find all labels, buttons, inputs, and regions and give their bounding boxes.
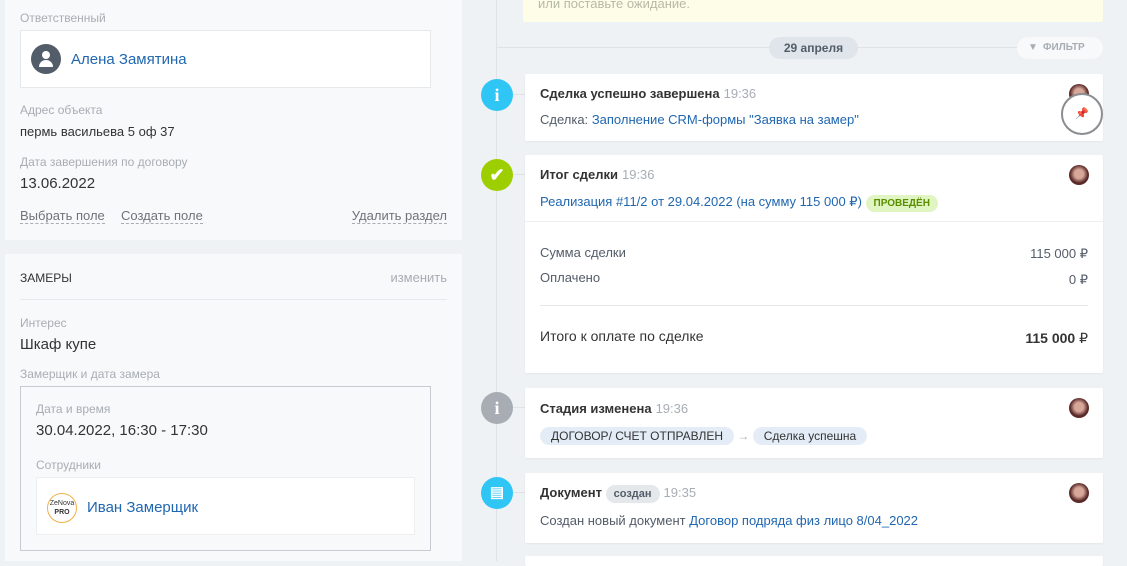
item-title: Документ создан 19:35 xyxy=(540,485,696,503)
section-edit-link[interactable]: изменить xyxy=(390,270,447,285)
item-time: 19:35 xyxy=(663,485,697,500)
item-text: Сделка: Заполнение CRM-формы "Заявка на … xyxy=(540,112,859,127)
user-avatar xyxy=(1069,483,1089,503)
client-fields-panel: Ответственный Алена Замятина Адрес объек… xyxy=(5,0,462,240)
user-avatar-icon xyxy=(31,44,61,74)
item-title: Итог сделки 19:36 xyxy=(540,167,655,182)
document-link[interactable]: Договор подряда физ лицо 8/04_2022 xyxy=(689,513,918,528)
info-icon: i xyxy=(481,79,513,111)
employee-logo-icon: ZeNova PRO xyxy=(47,493,77,523)
timeline-item-next xyxy=(525,556,1103,566)
responsible-card[interactable]: Алена Замятина xyxy=(20,30,431,88)
arrow-icon: → xyxy=(737,429,750,443)
filter-icon: ▼ xyxy=(1028,42,1038,53)
measurements-panel: ЗАМЕРЫ изменить Интерес Шкаф купе Замерщ… xyxy=(5,254,462,561)
stage-from: ДОГОВОР/ СЧЕТ ОТПРАВЛЕН xyxy=(540,427,735,445)
item-title: Стадия изменена 19:36 xyxy=(540,401,689,416)
delete-section-link[interactable]: Удалить раздел xyxy=(351,208,447,224)
paid-label: Оплачено xyxy=(540,270,601,285)
datetime-label: Дата и время xyxy=(36,402,111,416)
item-time: 19:36 xyxy=(723,86,757,101)
measurer-box: Дата и время 30.04.2022, 16:30 - 17:30 С… xyxy=(20,386,431,551)
address-value: пермь васильева 5 оф 37 xyxy=(20,124,175,139)
interest-label: Интерес xyxy=(20,316,67,330)
create-field-link[interactable]: Создать поле xyxy=(121,208,203,224)
stage-to: Сделка успешна xyxy=(752,427,868,445)
created-badge: создан xyxy=(605,485,660,503)
item-title: Сделка успешно завершена 19:36 xyxy=(540,86,757,101)
responsible-name-link[interactable]: Алена Замятина xyxy=(71,51,187,68)
address-label: Адрес объекта xyxy=(20,103,103,117)
employee-name-link[interactable]: Иван Замерщик xyxy=(87,499,198,516)
info-icon: i xyxy=(481,392,513,424)
timeline-item-stage-changed: Стадия изменена 19:36 ДОГОВОР/ СЧЕТ ОТПРА… xyxy=(525,388,1103,458)
paid-value: 0 ₽ xyxy=(1068,272,1088,287)
section-title: ЗАМЕРЫ xyxy=(20,271,72,285)
measurer-label: Замерщик и дата замера xyxy=(20,367,160,381)
realization-link[interactable]: Реализация #11/2 от 29.04.2022 (на сумму… xyxy=(540,194,862,209)
notice-text: или поставьте ожидание. xyxy=(538,0,690,11)
select-field-link[interactable]: Выбрать поле xyxy=(20,208,105,224)
end-date-label: Дата завершения по договору xyxy=(20,155,188,169)
item-time: 19:36 xyxy=(621,167,655,182)
filter-label: ФИЛЬТР xyxy=(1043,42,1085,53)
pin-icon[interactable]: 📌 xyxy=(1061,93,1103,135)
datetime-value: 30.04.2022, 16:30 - 17:30 xyxy=(36,422,208,439)
end-date-value: 13.06.2022 xyxy=(20,175,96,192)
divider xyxy=(20,299,447,300)
total-label: Итого к оплате по сделке xyxy=(540,328,704,344)
deal-link[interactable]: Заполнение CRM-формы "Заявка на замер" xyxy=(592,112,859,127)
interest-value: Шкаф купе xyxy=(20,336,97,353)
timeline-item-document: Документ создан 19:35 Создан новый докуме… xyxy=(525,473,1103,543)
notice-box: или поставьте ожидание. xyxy=(523,0,1103,22)
status-badge: ПРОВЕДЁН xyxy=(865,195,938,212)
sum-label: Сумма сделки xyxy=(540,245,626,260)
date-label: 29 апреля xyxy=(769,37,858,59)
sum-value: 115 000 ₽ xyxy=(1030,246,1088,261)
timeline-item-deal-completed: Сделка успешно завершена 19:36 Сделка: За… xyxy=(525,74,1103,141)
filter-button[interactable]: ▼ ФИЛЬТР xyxy=(1017,37,1103,59)
check-icon: ✔ xyxy=(481,159,513,191)
responsible-label: Ответственный xyxy=(20,11,106,25)
user-avatar xyxy=(1069,165,1089,185)
employees-label: Сотрудники xyxy=(36,458,101,472)
employee-card[interactable]: ZeNova PRO Иван Замерщик xyxy=(36,477,415,535)
item-text: Создан новый документ Договор подряда фи… xyxy=(540,513,919,528)
document-icon: ▤ xyxy=(481,477,513,509)
timeline-item-deal-summary: Итог сделки 19:36 Реализация #11/2 от 29.… xyxy=(525,155,1103,373)
user-avatar xyxy=(1069,398,1089,418)
item-time: 19:36 xyxy=(655,401,689,416)
total-value: 115 000 ₽ xyxy=(1025,330,1088,346)
